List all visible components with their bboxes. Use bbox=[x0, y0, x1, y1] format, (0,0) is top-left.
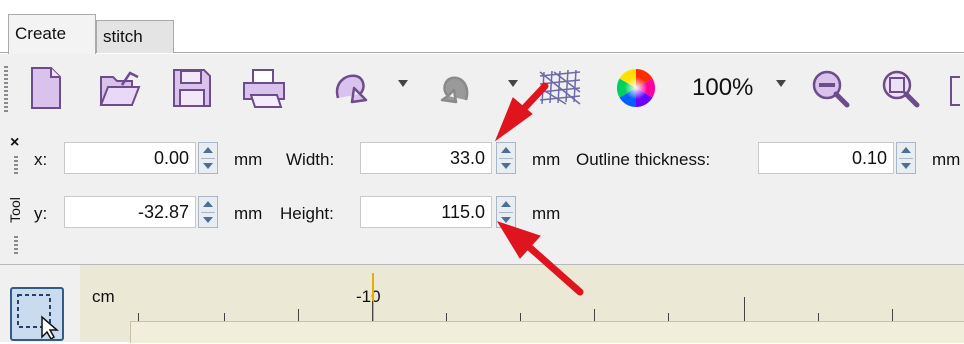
redo-button[interactable] bbox=[432, 64, 480, 112]
new-document-button[interactable] bbox=[22, 64, 70, 112]
tab-strip: Create stitch bbox=[0, 0, 964, 54]
zoom-fit-icon bbox=[882, 70, 920, 108]
color-wheel-button[interactable] bbox=[612, 64, 660, 112]
redo-icon bbox=[440, 76, 469, 104]
ruler-tick bbox=[744, 297, 745, 321]
ruler-label: -10 bbox=[356, 287, 381, 306]
ruler-tick bbox=[138, 313, 139, 321]
main-toolbar: 100% bbox=[0, 54, 964, 130]
panel-grip[interactable] bbox=[14, 156, 18, 176]
ruler-tick bbox=[372, 301, 373, 321]
x-unit: mm bbox=[234, 150, 263, 169]
x-label: x: bbox=[34, 150, 48, 169]
workspace: cm -10 bbox=[0, 264, 964, 343]
property-bar: × Tool x: 0.00 mm Width: 33.0 mm Outline… bbox=[0, 130, 964, 264]
x-spinner[interactable] bbox=[198, 142, 218, 174]
ruler-unit: cm bbox=[92, 287, 115, 306]
open-folder-icon bbox=[99, 71, 141, 106]
x-input[interactable]: 0.00 bbox=[64, 142, 196, 174]
stitch-preview-button[interactable] bbox=[536, 64, 584, 112]
toolbar-grip[interactable] bbox=[4, 66, 8, 112]
zoom-out-button[interactable] bbox=[806, 64, 854, 112]
tab-stitch[interactable]: stitch bbox=[96, 20, 174, 53]
outline-thickness-input[interactable]: 0.10 bbox=[758, 142, 894, 174]
ruler-tick bbox=[892, 309, 893, 321]
outline-thickness-spinner[interactable] bbox=[896, 142, 916, 174]
width-spinner[interactable] bbox=[496, 142, 516, 174]
undo-dropdown-icon[interactable] bbox=[398, 80, 408, 87]
new-document-icon bbox=[31, 67, 61, 109]
y-input[interactable]: -32.87 bbox=[64, 196, 196, 228]
redo-dropdown-icon[interactable] bbox=[508, 80, 518, 87]
tab-create[interactable]: Create bbox=[8, 14, 96, 54]
stitch-preview-icon bbox=[539, 69, 581, 105]
save-disk-icon bbox=[173, 69, 211, 107]
width-label: Width: bbox=[286, 150, 335, 169]
zoom-fit-button[interactable] bbox=[876, 64, 924, 112]
zoom-dropdown-icon[interactable] bbox=[776, 80, 786, 87]
undo-icon bbox=[335, 74, 368, 104]
canvas-page[interactable] bbox=[130, 321, 964, 343]
save-button[interactable] bbox=[168, 64, 216, 112]
selection-tool-icon bbox=[17, 294, 60, 341]
ruler-tick bbox=[298, 309, 299, 321]
ruler-tick bbox=[520, 313, 521, 321]
ruler-tick bbox=[818, 313, 819, 321]
print-icon bbox=[243, 69, 285, 108]
panel-grip-bottom[interactable] bbox=[14, 236, 18, 256]
ruler-tick bbox=[594, 309, 595, 321]
width-input[interactable]: 33.0 bbox=[360, 142, 492, 174]
width-unit: mm bbox=[532, 150, 561, 169]
ruler-tick bbox=[668, 313, 669, 321]
overflow-icon[interactable] bbox=[950, 76, 960, 106]
height-input[interactable]: 115.0 bbox=[360, 196, 492, 228]
y-spinner[interactable] bbox=[198, 196, 218, 228]
height-unit: mm bbox=[532, 204, 561, 223]
undo-button[interactable] bbox=[326, 64, 374, 112]
zoom-level[interactable]: 100% bbox=[692, 74, 753, 102]
height-label: Height: bbox=[280, 204, 334, 223]
tool-column bbox=[0, 265, 81, 342]
print-button[interactable] bbox=[240, 64, 288, 112]
ruler-tick bbox=[224, 313, 225, 321]
y-unit: mm bbox=[234, 204, 263, 223]
outline-thickness-unit: mm bbox=[932, 150, 961, 169]
panel-close-icon[interactable]: × bbox=[10, 134, 19, 152]
color-wheel-icon bbox=[616, 68, 656, 108]
select-tool-button[interactable] bbox=[10, 287, 64, 341]
ruler-tick bbox=[446, 313, 447, 321]
open-button[interactable] bbox=[96, 64, 144, 112]
panel-label: Tool bbox=[7, 197, 23, 223]
height-spinner[interactable] bbox=[496, 196, 516, 228]
zoom-out-icon bbox=[812, 70, 850, 108]
outline-thickness-label: Outline thickness: bbox=[576, 150, 711, 169]
y-label: y: bbox=[34, 204, 48, 223]
